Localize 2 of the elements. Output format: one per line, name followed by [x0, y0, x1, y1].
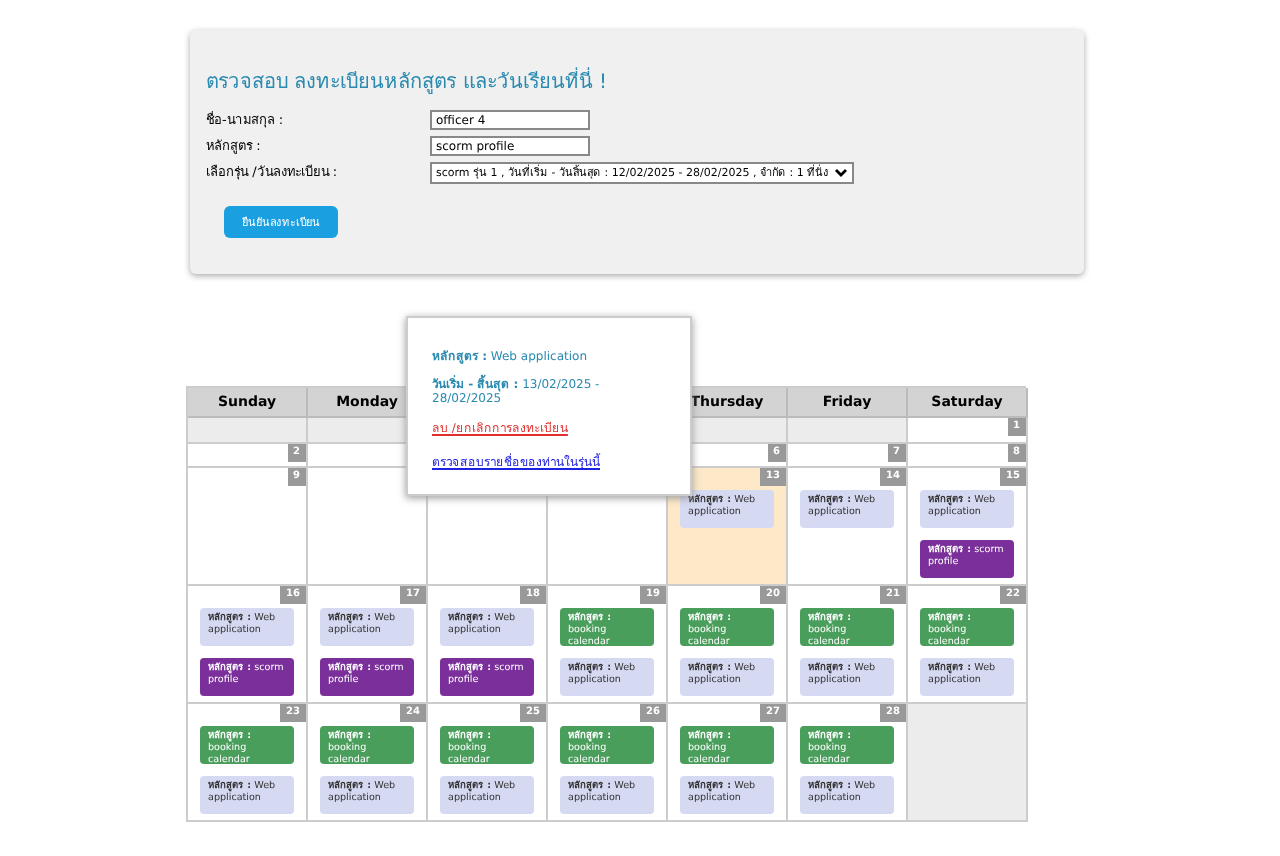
form-title: ตรวจสอบ ลงทะเบียนหลักสูตร และวันเรียนที่นี่ !	[206, 66, 1084, 96]
chevron-down-icon	[833, 167, 848, 177]
